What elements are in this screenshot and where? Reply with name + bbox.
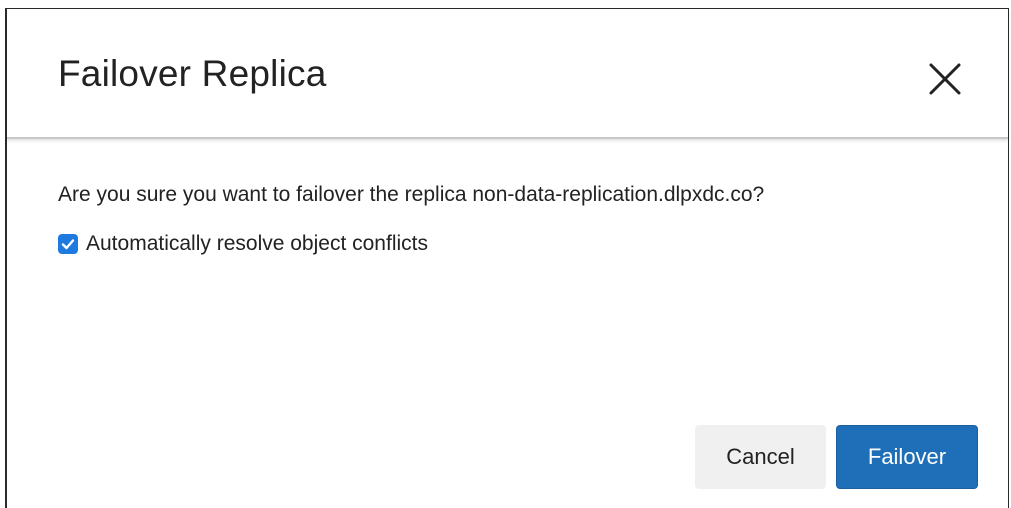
failover-replica-dialog: Failover Replica Are you sure you want t… [5,8,1009,508]
close-button[interactable] [927,61,963,97]
dialog-title: Failover Replica [58,53,327,94]
auto-resolve-checkbox-row[interactable]: Automatically resolve object conflicts [58,232,428,256]
auto-resolve-checkbox[interactable] [58,234,78,254]
dialog-body: Are you sure you want to failover the re… [7,139,1008,508]
cancel-button[interactable]: Cancel [695,425,826,489]
confirmation-message: Are you sure you want to failover the re… [58,183,765,206]
close-icon [929,63,961,95]
failover-button[interactable]: Failover [836,425,978,489]
dialog-header: Failover Replica [7,9,1008,139]
checkmark-icon [61,239,75,250]
auto-resolve-checkbox-label: Automatically resolve object conflicts [86,232,428,255]
